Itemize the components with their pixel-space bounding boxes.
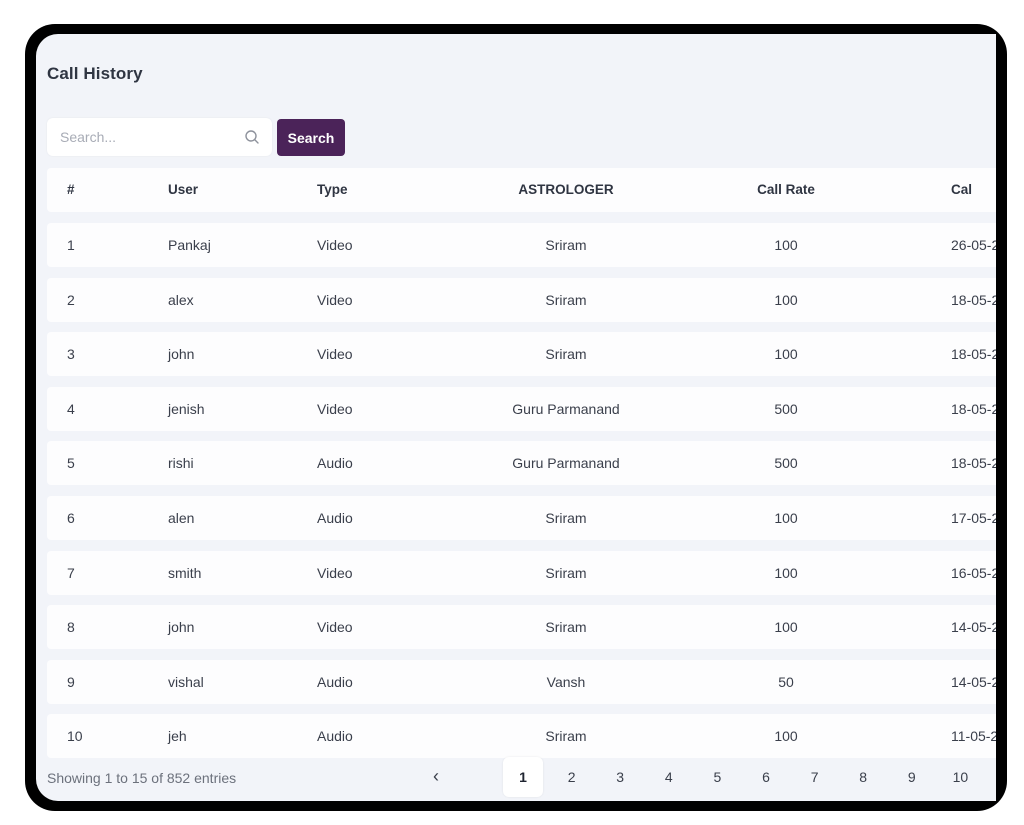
page-button[interactable]: 1 bbox=[503, 757, 543, 797]
column-header-type: Type bbox=[317, 182, 348, 197]
cell-number: 3 bbox=[67, 346, 75, 363]
cell-call-date: 18-05-2 bbox=[951, 455, 996, 472]
cell-user: john bbox=[168, 346, 195, 363]
cell-type: Video bbox=[317, 619, 353, 636]
cell-type: Audio bbox=[317, 510, 353, 526]
page-button[interactable]: 2 bbox=[552, 757, 592, 797]
cell-number: 2 bbox=[67, 291, 75, 308]
cell-user: alex bbox=[168, 291, 194, 308]
cell-call-rate: 100 bbox=[774, 510, 798, 526]
search-box bbox=[47, 118, 272, 156]
page-button[interactable]: 11 bbox=[989, 757, 996, 797]
cell-call-date: 14-05-2 bbox=[951, 619, 996, 636]
column-header-user: User bbox=[168, 182, 199, 197]
cell-call-rate: 100 bbox=[774, 291, 798, 308]
cell-type: Audio bbox=[317, 728, 353, 745]
column-header-number: # bbox=[67, 182, 75, 197]
cell-call-rate: 100 bbox=[774, 237, 798, 253]
search-input[interactable] bbox=[47, 118, 240, 156]
cell-call-date: 16-05-2 bbox=[951, 564, 996, 581]
cell-user: vishal bbox=[168, 673, 204, 690]
cell-astrologer: Sriram bbox=[545, 728, 587, 745]
page-button[interactable]: 8 bbox=[843, 757, 883, 797]
page-title: Call History bbox=[47, 64, 143, 83]
table-row[interactable]: 5 rishi Audio Guru Parmanand 500 18-05-2 bbox=[47, 441, 996, 486]
cell-call-date: 18-05-2 bbox=[951, 291, 996, 308]
cell-astrologer: Sriram bbox=[545, 346, 587, 363]
cell-astrologer: Sriram bbox=[545, 237, 587, 253]
cell-call-rate: 100 bbox=[774, 728, 798, 745]
chevron-left-icon[interactable]: ‹ bbox=[416, 757, 456, 797]
cell-user: smith bbox=[168, 564, 202, 581]
cell-type: Video bbox=[317, 291, 353, 308]
page-button[interactable]: 3 bbox=[600, 757, 640, 797]
cell-astrologer: Sriram bbox=[545, 564, 587, 581]
page-button[interactable]: 7 bbox=[795, 757, 835, 797]
cell-type: Video bbox=[317, 400, 353, 417]
table-row[interactable]: 3 john Video Sriram 100 18-05-2 bbox=[47, 332, 996, 377]
search-icon[interactable] bbox=[244, 129, 260, 145]
cell-astrologer: Guru Parmanand bbox=[512, 455, 620, 472]
cell-call-rate: 500 bbox=[774, 455, 798, 472]
cell-astrologer: Guru Parmanand bbox=[512, 400, 620, 417]
table-row[interactable]: 10 jeh Audio Sriram 100 11-05-2 bbox=[47, 714, 996, 759]
page-button[interactable]: 4 bbox=[649, 757, 689, 797]
cell-user: alen bbox=[168, 510, 195, 526]
cell-number: 10 bbox=[67, 728, 83, 745]
page-button[interactable]: 6 bbox=[746, 757, 786, 797]
cell-astrologer: Sriram bbox=[545, 510, 587, 526]
cell-call-rate: 100 bbox=[774, 564, 798, 581]
entries-info: Showing 1 to 15 of 852 entries bbox=[47, 770, 237, 786]
cell-number: 6 bbox=[67, 510, 75, 526]
cell-type: Video bbox=[317, 346, 353, 363]
table-row[interactable]: 4 jenish Video Guru Parmanand 500 18-05-2 bbox=[47, 386, 996, 431]
cell-call-date: 14-05-2 bbox=[951, 673, 996, 690]
page-button[interactable]: 9 bbox=[892, 757, 932, 797]
cell-number: 1 bbox=[67, 237, 75, 253]
table-row[interactable]: 9 vishal Audio Vansh 50 14-05-2 bbox=[47, 659, 996, 704]
cell-type: Audio bbox=[317, 673, 353, 690]
table-row[interactable]: 7 smith Video Sriram 100 16-05-2 bbox=[47, 550, 996, 595]
table-row[interactable]: 2 alex Video Sriram 100 18-05-2 bbox=[47, 277, 996, 322]
search-button[interactable]: Search bbox=[277, 119, 345, 156]
cell-user: jeh bbox=[168, 728, 187, 745]
table-header-row: # User Type ASTROLOGER Call Rate Cal bbox=[47, 168, 996, 212]
table-row[interactable]: 6 alen Audio Sriram 100 17-05-2 bbox=[47, 496, 996, 540]
column-header-call-rate: Call Rate bbox=[757, 182, 815, 197]
device-frame: Call History Search # User Type ASTROLOG… bbox=[25, 24, 1007, 811]
cell-call-date: 18-05-2 bbox=[951, 346, 996, 363]
cell-astrologer: Vansh bbox=[546, 673, 586, 690]
app-screen: Call History Search # User Type ASTROLOG… bbox=[36, 34, 996, 801]
table-row[interactable]: 8 john Video Sriram 100 14-05-2 bbox=[47, 605, 996, 650]
column-header-astrologer: ASTROLOGER bbox=[518, 182, 614, 197]
cell-number: 8 bbox=[67, 619, 75, 636]
cell-user: jenish bbox=[168, 400, 205, 417]
cell-type: Video bbox=[317, 564, 353, 581]
cell-user: Pankaj bbox=[168, 237, 211, 253]
page-button[interactable]: 5 bbox=[697, 757, 737, 797]
cell-call-rate: 100 bbox=[774, 619, 798, 636]
cell-call-rate: 500 bbox=[774, 400, 798, 417]
cell-call-date: 17-05-2 bbox=[951, 510, 996, 526]
cell-type: Audio bbox=[317, 455, 353, 472]
table-row[interactable]: 1 Pankaj Video Sriram 100 26-05-2 bbox=[47, 223, 996, 267]
cell-call-date: 26-05-2 bbox=[951, 237, 996, 253]
cell-number: 4 bbox=[67, 400, 75, 417]
cell-call-date: 18-05-2 bbox=[951, 400, 996, 417]
cell-call-rate: 100 bbox=[774, 346, 798, 363]
cell-type: Video bbox=[317, 237, 353, 253]
cell-astrologer: Sriram bbox=[545, 291, 587, 308]
cell-call-date: 11-05-2 bbox=[951, 728, 996, 745]
column-header-call-date: Cal bbox=[951, 182, 973, 197]
cell-user: john bbox=[168, 619, 195, 636]
cell-number: 9 bbox=[67, 673, 75, 690]
cell-number: 7 bbox=[67, 564, 75, 581]
cell-call-rate: 50 bbox=[778, 673, 794, 690]
page-button[interactable]: 10 bbox=[940, 757, 980, 797]
cell-user: rishi bbox=[168, 455, 194, 472]
cell-number: 5 bbox=[67, 455, 75, 472]
cell-astrologer: Sriram bbox=[545, 619, 587, 636]
